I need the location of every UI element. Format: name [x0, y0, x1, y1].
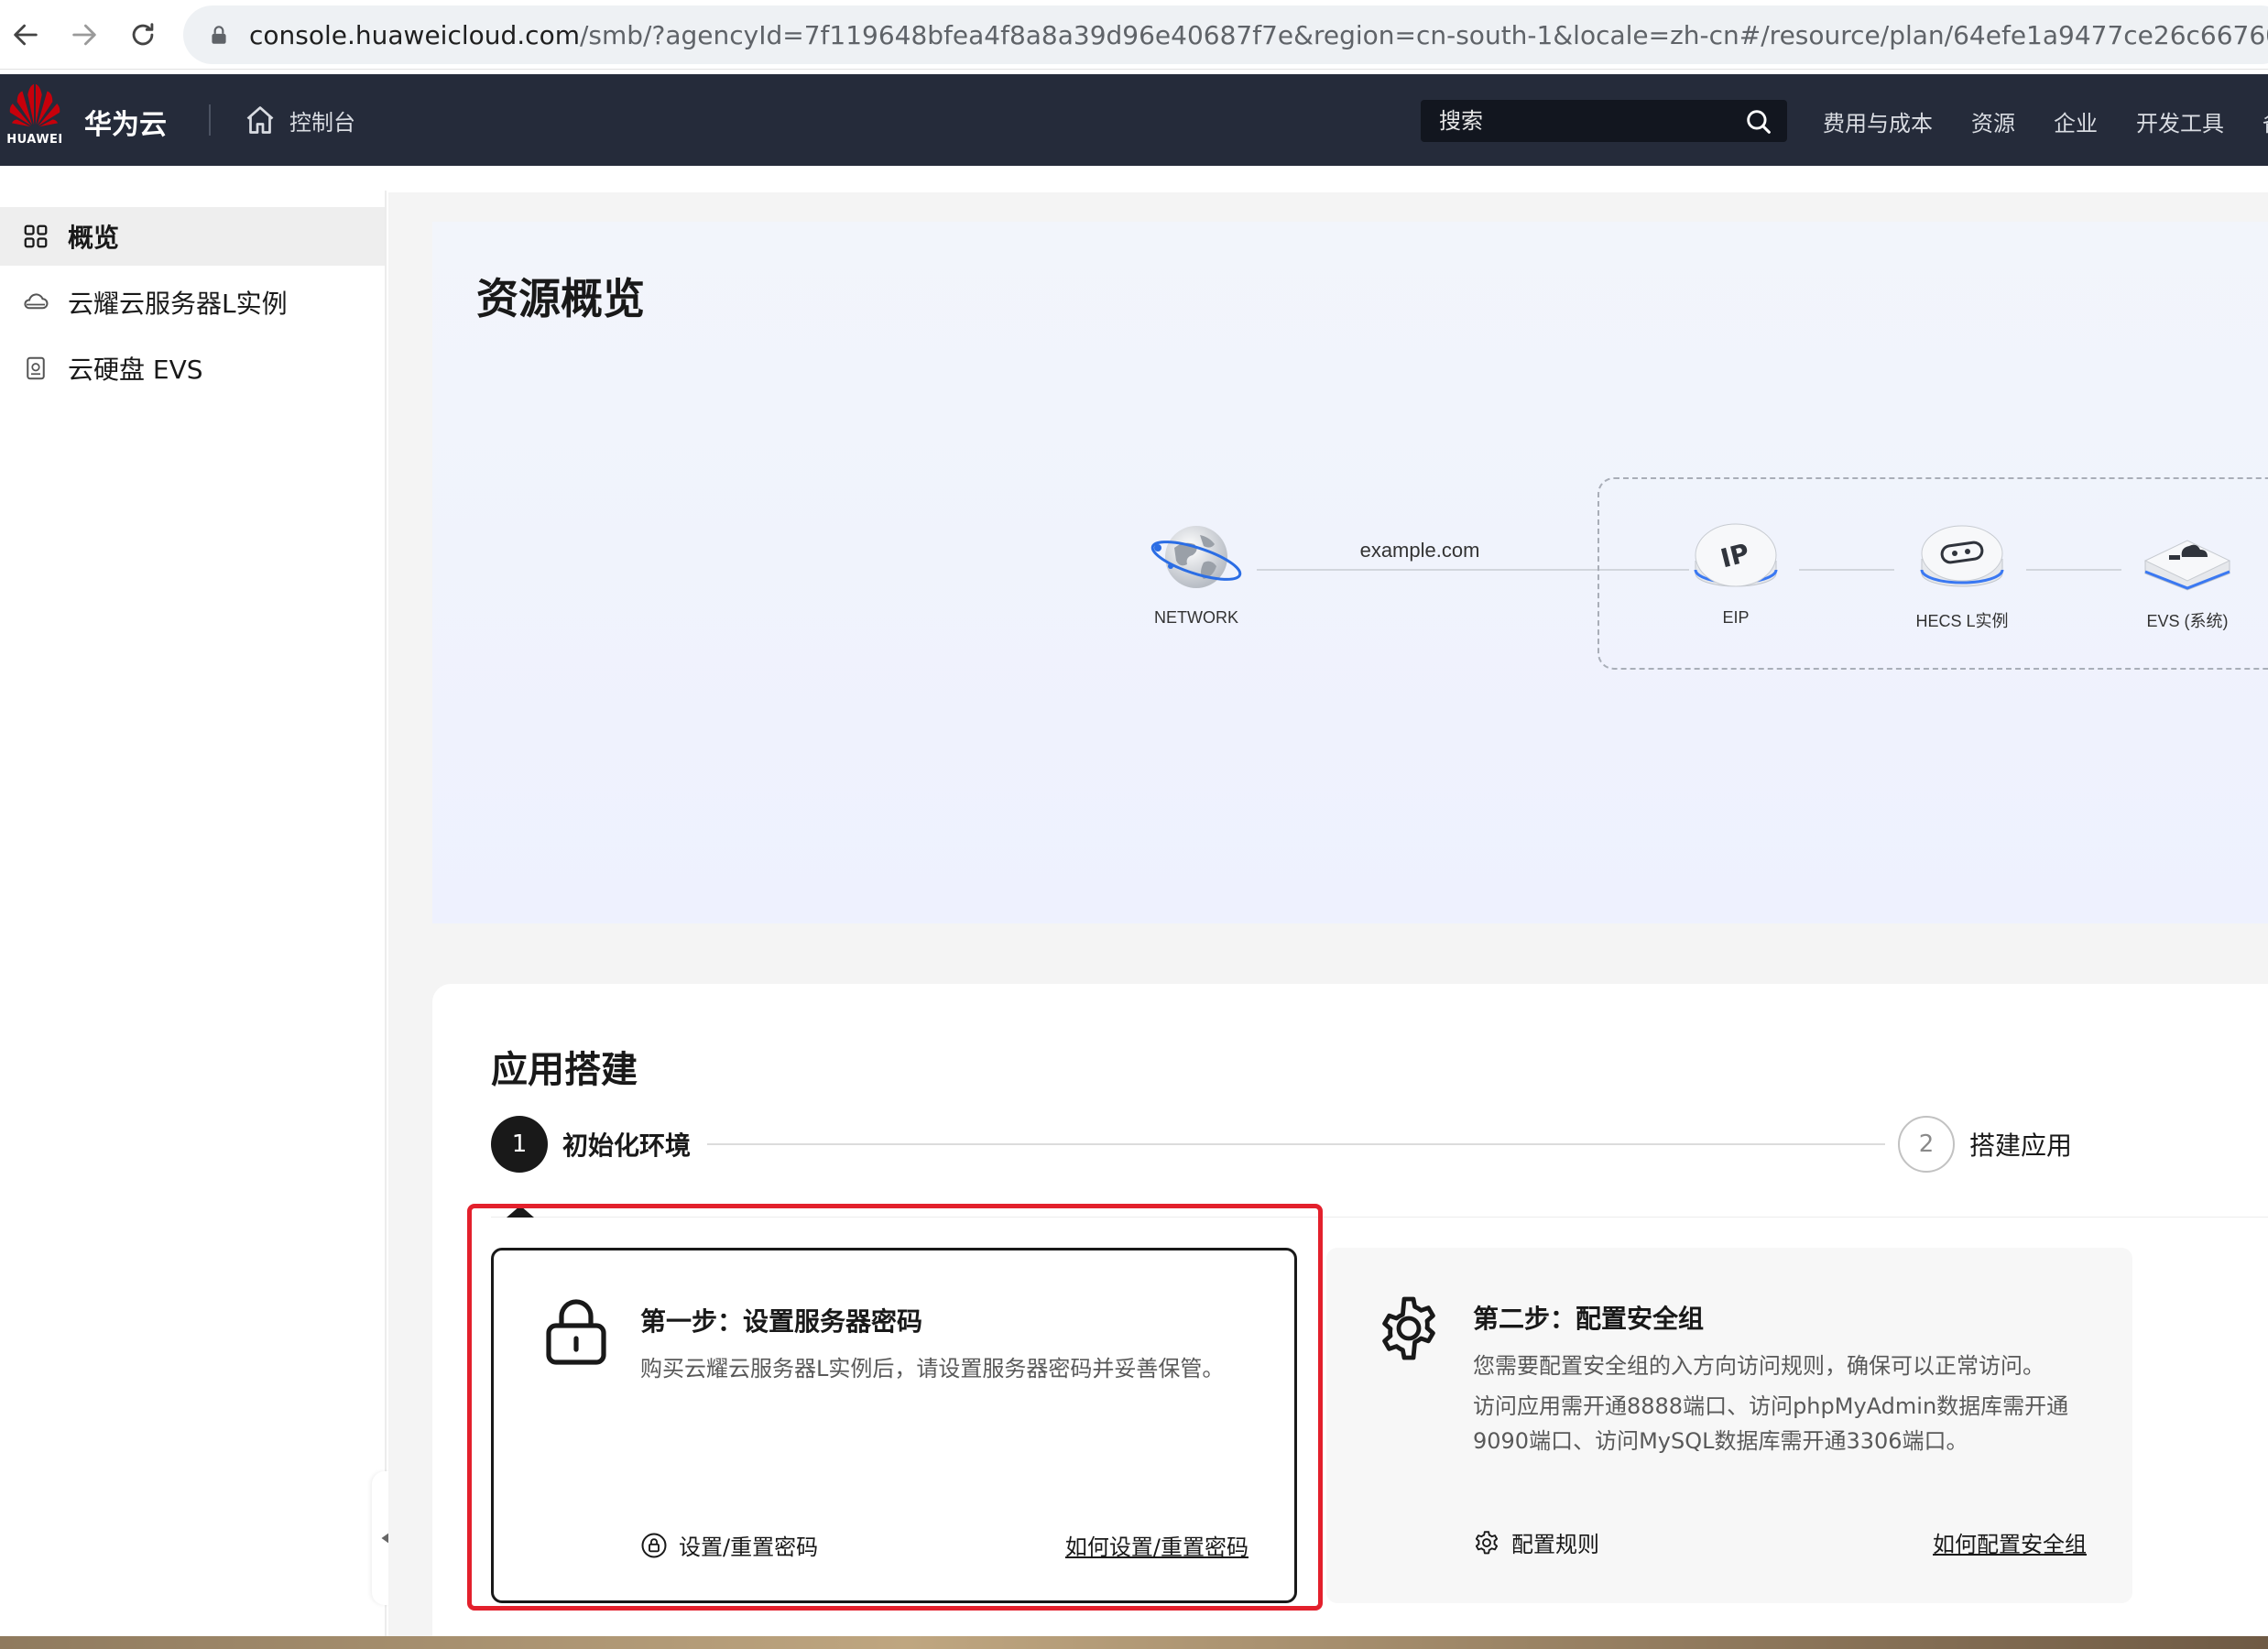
step-label: 初始化环境: [562, 1130, 692, 1161]
overview-title: 资源概览: [476, 274, 645, 323]
topology-node-eip[interactable]: IP EIP: [1685, 515, 1786, 628]
forward-button[interactable]: [62, 13, 106, 57]
hecs-icon: [1920, 525, 2004, 587]
evs-icon: [2143, 540, 2231, 591]
reload-button[interactable]: [121, 13, 165, 57]
node-label: NETWORK: [1154, 608, 1238, 627]
action-label: 设置/重置密码: [679, 1534, 819, 1560]
nav-divider: [209, 104, 211, 136]
step-1[interactable]: 1 初始化环境: [491, 1116, 691, 1173]
search-icon[interactable]: [1743, 106, 1774, 137]
desktop-edge: [0, 1636, 2268, 1649]
search-box[interactable]: [1421, 100, 1787, 142]
nav-link-more[interactable]: 备: [2263, 105, 2268, 137]
address-bar[interactable]: console.huaweicloud.com/smb/?agencyId=7f…: [183, 5, 2268, 64]
nav-link-cost[interactable]: 费用与成本: [1823, 105, 1933, 137]
action-label: 配置规则: [1511, 1532, 1599, 1557]
sidebar-item-overview[interactable]: 概览: [0, 207, 385, 266]
url-path: /smb/?agencyId=7f119648bfea4f8a8a39d96e4…: [579, 19, 2268, 50]
sidebar-item-label: 概览: [68, 223, 120, 253]
help-link-security-group[interactable]: 如何配置安全组: [1933, 1526, 2087, 1558]
huawei-flower-icon: [9, 83, 60, 127]
topology-node-hecs[interactable]: HECS L实例: [1907, 515, 2017, 632]
sidebar-item-cloud-server[interactable]: 云耀云服务器L实例: [0, 273, 385, 332]
settings-icon: [1475, 1530, 1499, 1554]
step-divider: [491, 1217, 2268, 1218]
task-card-set-password[interactable]: 第一步：设置服务器密码 购买云耀云服务器L实例后，请设置服务器密码并妥善保管。 …: [491, 1248, 1297, 1603]
task-title: 第二步：配置安全组: [1473, 1304, 1705, 1334]
task-title: 第一步：设置服务器密码: [640, 1306, 923, 1337]
task-description-ports: 访问应用需开通8888端口、访问phpMyAdmin数据库需开通9090端口、访…: [1473, 1393, 2069, 1454]
grid-icon: [24, 224, 48, 248]
gear-icon: [1382, 1296, 1435, 1360]
help-link-password[interactable]: 如何设置/重置密码: [1065, 1529, 1248, 1561]
step-number: 2: [1898, 1116, 1955, 1173]
browser-toolbar: console.huaweicloud.com/smb/?agencyId=7f…: [0, 0, 2268, 70]
logo-text: HUAWEI: [6, 133, 63, 147]
console-label: 控制台: [289, 109, 355, 136]
globe-icon: [1150, 526, 1242, 588]
arrow-right-icon: [72, 24, 96, 46]
url-text[interactable]: console.huaweicloud.com/smb/?agencyId=7f…: [249, 20, 2268, 50]
huawei-logo[interactable]: HUAWEI: [4, 82, 66, 158]
arrow-left-icon: [14, 24, 38, 46]
topology-node-evs[interactable]: EVS (系统): [2132, 515, 2242, 632]
top-navigation: HUAWEI 华为云 控制台 费用与成本 资源 企业 开发工具 备: [0, 74, 2268, 166]
node-label: EVS (系统): [2146, 612, 2229, 630]
nav-link-resources[interactable]: 资源: [1971, 105, 2015, 137]
console-link[interactable]: 控制台: [244, 100, 355, 140]
lock-circle-icon: [641, 1533, 667, 1557]
step-2[interactable]: 2 搭建应用: [1898, 1116, 2072, 1173]
domain-label: example.com: [1359, 539, 1480, 562]
task-description-line: 您需要配置安全组的入方向访问规则，确保可以正常访问。: [1473, 1353, 2044, 1379]
nav-link-dev-tools[interactable]: 开发工具: [2136, 105, 2224, 137]
step-number: 1: [491, 1116, 548, 1173]
lock-icon: [546, 1299, 606, 1365]
app-build-title: 应用搭建: [491, 1049, 638, 1091]
sidebar-item-label: 云硬盘 EVS: [68, 355, 203, 385]
disk-icon: [27, 356, 45, 380]
nav-link-enterprise[interactable]: 企业: [2054, 105, 2098, 137]
back-button[interactable]: [4, 13, 48, 57]
url-domain: console.huaweicloud.com: [249, 19, 580, 50]
step-label: 搭建应用: [1969, 1130, 2073, 1161]
configure-rules-button[interactable]: 配置规则: [1473, 1526, 1599, 1558]
reload-icon: [132, 23, 154, 46]
task-card-security-group[interactable]: 第二步：配置安全组 您需要配置安全组的入方向访问规则，确保可以正常访问。 访问应…: [1326, 1248, 2132, 1603]
task-description: 您需要配置安全组的入方向访问规则，确保可以正常访问。 访问应用需开通8888端口…: [1473, 1349, 2096, 1458]
set-password-button[interactable]: 设置/重置密码: [640, 1529, 818, 1561]
sidebar-item-evs[interactable]: 云硬盘 EVS: [0, 339, 385, 398]
nav-links: 费用与成本 资源 企业 开发工具 备: [1823, 100, 2268, 142]
padlock-icon[interactable]: [207, 23, 231, 47]
task-description: 购买云耀云服务器L实例后，请设置服务器密码并妥善保管。: [640, 1356, 1225, 1381]
node-label: HECS L实例: [1915, 612, 2009, 630]
home-icon: [246, 106, 274, 134]
sidebar: 概览 云耀云服务器L实例 云硬盘 EVS: [0, 191, 387, 1638]
step-connector: [707, 1143, 1885, 1145]
eip-icon: IP: [1694, 523, 1778, 587]
topology-node-network[interactable]: NETWORK: [1147, 515, 1246, 628]
step-pointer: [507, 1206, 534, 1218]
brand-name[interactable]: 华为云: [84, 102, 167, 142]
search-input[interactable]: [1439, 108, 1732, 134]
sidebar-item-label: 云耀云服务器L实例: [68, 289, 288, 319]
cloud-server-icon: [24, 293, 49, 310]
node-label: EIP: [1722, 608, 1750, 627]
